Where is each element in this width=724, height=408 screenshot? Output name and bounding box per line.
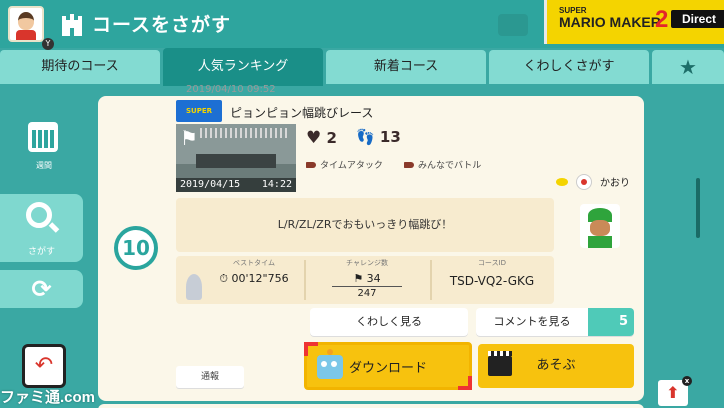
search-label: さがす (27, 247, 55, 257)
mii-face (590, 220, 610, 236)
top-bar: Y コースをさがす SUPER MARIO MAKER 2 Direct (0, 0, 724, 50)
star-icon[interactable]: ★ (652, 50, 724, 84)
x-button-badge: x (682, 376, 692, 386)
refresh-icon[interactable]: ⟳ (0, 270, 83, 308)
course-title: ピョンピョン幅跳びレース (230, 106, 374, 120)
tag-label: みんなでバトル (418, 161, 482, 171)
brand-name: MARIO MAKER (559, 14, 661, 30)
thumb-time: 14:22 (261, 179, 292, 190)
weekly-label: 週間 (36, 161, 52, 170)
tab-expected[interactable]: 期待のコース (0, 50, 160, 84)
previous-course-date: 2019/04/10 09:52 (186, 84, 276, 95)
report-button[interactable]: 通報 (176, 366, 244, 388)
thumb-date: 2019/04/15 (180, 179, 241, 190)
tag-time-attack: タイムアタック (306, 158, 383, 171)
tag-icon (404, 162, 414, 168)
scroll-to-top-button[interactable]: ⬆ x (658, 376, 692, 406)
avatar-body (16, 30, 36, 40)
footprints-count: 👣 13 (356, 128, 401, 146)
clears-value: ⚑ 34 (353, 272, 381, 285)
download-label: ダウンロード (348, 361, 427, 376)
play-label: あそぶ (536, 358, 576, 373)
japan-flag-icon (576, 174, 592, 190)
maker-name[interactable]: かおり (600, 174, 630, 189)
ghost-icon (186, 274, 202, 300)
clears-text: 34 (366, 272, 381, 285)
play-button[interactable]: あそぶ (478, 344, 634, 388)
page-title: コースをさがす (92, 14, 232, 36)
next-course-card (98, 404, 644, 408)
rank-badge: 10 (114, 226, 158, 270)
robot-icon (317, 349, 343, 379)
tab-bar: 期待のコース 人気ランキング 新着コース くわしくさがす ★ (0, 48, 724, 86)
brand-direct-tag: Direct (671, 10, 724, 28)
course-stats: ベストタイム ⏱ 00'12"756 チャレンジ数 ⚑ 34 247 コースID… (176, 256, 554, 304)
course-id-stat: コースID TSD-VQ2-GKG (432, 256, 552, 304)
start-flag-icon: ⚑ (180, 126, 198, 150)
user-avatar-button[interactable]: Y (8, 6, 54, 50)
brand-number: 2 (655, 6, 669, 33)
brand-logo: SUPER MARIO MAKER 2 Direct (544, 0, 724, 44)
sidebar-search-button[interactable]: さがす (0, 194, 83, 262)
challenge-label: チャレンジ数 (346, 259, 388, 267)
course-id-label: コースID (477, 259, 507, 267)
skip-back-button[interactable] (498, 14, 528, 36)
game-style-logo: SUPER MARIO BROS. (176, 100, 222, 159)
sidebar-weekly-button[interactable]: 週間 (0, 112, 88, 188)
tab-new-courses[interactable]: 新着コース (326, 50, 486, 84)
likes-count: ♥ 2 (306, 128, 337, 148)
scrollbar[interactable] (696, 178, 700, 238)
view-details-button[interactable]: くわしく見る (310, 308, 468, 336)
tag-multiplayer-versus: みんなでバトル (404, 158, 481, 171)
calendar-icon (28, 122, 58, 152)
best-time-text: 00'12"756 (231, 272, 289, 285)
mii-body (588, 236, 612, 248)
search-icon (26, 202, 52, 228)
heart-icon: ♥ (306, 128, 322, 148)
clapperboard-icon (488, 351, 512, 376)
best-time-stat: ベストタイム ⏱ 00'12"756 (206, 256, 302, 304)
back-button[interactable]: ↶ (22, 344, 66, 388)
tag-label: タイムアタック (320, 161, 383, 171)
comment-count: 5 (588, 308, 634, 336)
avatar-face (18, 12, 34, 30)
tab-detailed-search[interactable]: くわしくさがす (489, 50, 649, 84)
thumb-ground (196, 154, 276, 168)
watermark: ファミ通.com (0, 389, 96, 406)
course-id-value: TSD-VQ2-GKG (449, 274, 535, 288)
maker-mii-avatar[interactable] (580, 204, 620, 248)
tab-popular-ranking[interactable]: 人気ランキング (163, 48, 323, 86)
course-description: L/R/ZL/ZRでおもいっきり幅跳び！ (176, 198, 554, 252)
castle-icon (62, 14, 82, 36)
likes-value: 2 (326, 129, 337, 147)
thumbnail-timestamp: 14:22 2019/04/15 (176, 178, 296, 192)
course-thumbnail[interactable]: ⚑ 14:22 2019/04/15 (176, 124, 296, 192)
challenge-stat: チャレンジ数 ⚑ 34 247 (306, 256, 428, 304)
fraction-line (332, 286, 402, 287)
best-time-label: ベストタイム (233, 259, 275, 267)
attempts-value: 247 (357, 288, 377, 299)
coin-icon (556, 178, 568, 186)
view-comments-button[interactable]: コメントを見る 5 (476, 308, 634, 336)
tag-icon (306, 162, 316, 168)
footprint-icon: 👣 (356, 128, 375, 146)
comments-label: コメントを見る (493, 315, 571, 328)
download-button[interactable]: ダウンロード (304, 342, 472, 390)
best-time-value: ⏱ 00'12"756 (219, 272, 289, 285)
footprints-value: 13 (379, 128, 401, 146)
thumb-spikes (200, 128, 290, 138)
